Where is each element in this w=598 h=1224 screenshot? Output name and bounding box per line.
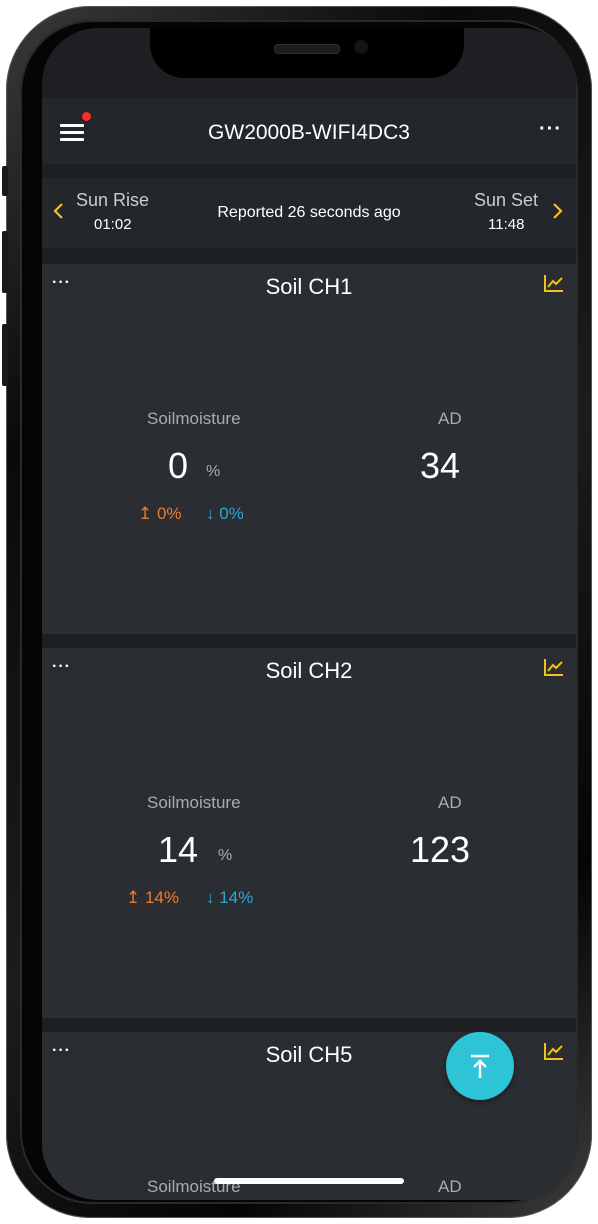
app-screen: GW2000B-WIFI4DC3 ··· Sun Rise 01:02 Repo…	[42, 28, 576, 1200]
ad-value: 34	[420, 445, 461, 486]
scroll-to-top-button[interactable]	[446, 1032, 514, 1100]
volume-up-button	[2, 231, 8, 293]
chevron-right-icon[interactable]	[552, 202, 564, 225]
chart-icon[interactable]	[544, 1042, 564, 1060]
sun-set-time: 11:48	[488, 216, 525, 233]
ad-label: AD	[438, 793, 462, 812]
notch	[150, 28, 464, 78]
min-value: ↓ 0%	[206, 504, 244, 523]
soil-card-ch2: ··· Soil CH2 Soilmoisture 14 % ↥ 14% ↓ 1…	[42, 648, 576, 1018]
soilmoisture-unit: %	[218, 847, 233, 864]
mute-switch	[2, 166, 8, 196]
soilmoisture-value: 0	[168, 445, 189, 486]
volume-down-button	[2, 324, 8, 386]
front-camera	[356, 42, 366, 52]
ad-value: 123	[410, 829, 471, 870]
sun-set-label: Sun Set	[474, 190, 539, 210]
soil-card-ch1: ··· Soil CH1 Soilmoisture 0 % ↥ 0% ↓ 0% …	[42, 264, 576, 634]
max-value: ↥ 0%	[138, 504, 182, 523]
card-title: Soil CH1	[265, 274, 353, 299]
ad-label: AD	[438, 409, 462, 428]
home-indicator[interactable]	[214, 1178, 404, 1184]
soilmoisture-value: 14	[158, 829, 199, 870]
min-value: ↓ 14%	[206, 888, 254, 907]
chart-icon[interactable]	[544, 274, 564, 292]
max-value: ↥ 14%	[126, 888, 179, 907]
speaker-grille	[274, 44, 340, 54]
sun-info-bar: Sun Rise 01:02 Reported 26 seconds ago S…	[42, 178, 576, 248]
chart-icon[interactable]	[544, 658, 564, 676]
ad-label: AD	[438, 1177, 462, 1196]
app-header: GW2000B-WIFI4DC3 ···	[42, 98, 576, 164]
device-title: GW2000B-WIFI4DC3	[208, 121, 410, 144]
notification-dot	[82, 112, 91, 121]
card-title: Soil CH2	[265, 658, 353, 683]
more-options-icon[interactable]: ···	[539, 118, 562, 141]
soilmoisture-label: Soilmoisture	[147, 793, 241, 812]
soilmoisture-label: Soilmoisture	[147, 409, 241, 428]
soilmoisture-unit: %	[206, 463, 221, 480]
scroll-to-top-icon	[471, 1054, 489, 1078]
